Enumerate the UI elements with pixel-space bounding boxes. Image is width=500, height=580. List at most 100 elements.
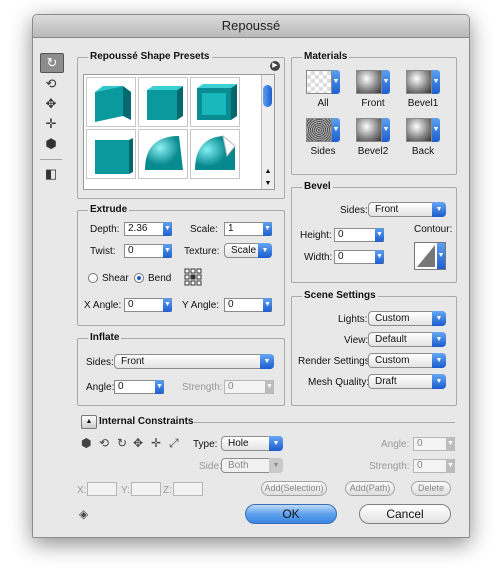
bend-tool-icon[interactable]: ↻ [40, 53, 64, 73]
material-back-label: Back [411, 146, 435, 157]
inflate-strength-label: Strength: [182, 382, 223, 393]
xangle-dropdown-icon[interactable]: ▼ [163, 298, 172, 312]
preset-flat[interactable] [86, 129, 136, 179]
z-coord-input[interactable] [173, 482, 203, 496]
material-all-swatch[interactable]: ▼ [306, 70, 340, 94]
xangle-label: X Angle: [84, 300, 122, 311]
yangle-label: Y Angle: [182, 300, 220, 311]
material-sides-label: Sides [310, 146, 336, 157]
mesh-quality-chevron-icon: ▼ [432, 374, 446, 389]
toolbar-divider [40, 159, 62, 160]
lights-select[interactable]: Custom ▼ [368, 311, 446, 326]
y-coord-input[interactable] [131, 482, 161, 496]
bend-label: Bend [148, 273, 172, 284]
inflate-strength-input[interactable]: 0 ▼ [224, 380, 274, 394]
render-settings-label: Render Settings: [298, 356, 373, 367]
constraint-slide-icon[interactable]: ✛ [151, 436, 161, 450]
preset-extrude[interactable] [86, 77, 136, 127]
x-coord-input[interactable] [87, 482, 117, 496]
bevel-height-input[interactable]: 0 ▼ [334, 228, 384, 242]
drag-tool-icon[interactable]: ✥ [40, 95, 62, 113]
extrude-group: Extrude Depth: 2.36 ▼ Scale: 1 ▼ Twist: 0 ▼… [77, 204, 285, 326]
presets-scroll-thumb[interactable] [263, 85, 272, 107]
texture-chevron-icon: ▼ [258, 243, 272, 258]
preset-bend[interactable] [190, 129, 240, 179]
constraint-rotate-icon[interactable]: ⟲ [99, 436, 109, 450]
constraint-type-label: Type: [193, 439, 218, 450]
depth-input[interactable]: 2.36 ▼ [124, 222, 172, 236]
texture-select[interactable]: Scale ▼ [224, 243, 272, 258]
constraint-object-rotate-icon[interactable]: ⬢ [81, 436, 91, 450]
twist-input[interactable]: 0 ▼ [124, 244, 172, 258]
scene-settings-title: Scene Settings [302, 290, 378, 301]
material-back-swatch[interactable]: ▼ [406, 118, 440, 142]
yangle-dropdown-icon[interactable]: ▼ [263, 298, 272, 312]
scale-label: Scale: [190, 224, 218, 235]
z-coord-label: Z: [163, 485, 172, 496]
render-settings-select[interactable]: Custom ▼ [368, 353, 446, 368]
bevel-height-dropdown-icon[interactable]: ▼ [375, 228, 384, 242]
constraint-angle-label: Angle: [381, 439, 410, 450]
presets-list: ▲ ▼ [83, 74, 275, 190]
bevel-width-input[interactable]: 0 ▼ [334, 250, 384, 264]
material-front-swatch[interactable]: ▼ [356, 70, 390, 94]
preview-glasses-icon[interactable]: ◈ [79, 507, 88, 521]
material-front-label: Front [361, 98, 385, 109]
scroll-up-icon[interactable]: ▲ [262, 168, 274, 175]
scale-dropdown-icon[interactable]: ▼ [263, 222, 272, 236]
constraint-type-select[interactable]: Hole ▼ [221, 436, 283, 451]
cancel-button[interactable]: Cancel [359, 504, 451, 524]
scroll-down-icon[interactable]: ▼ [262, 180, 274, 187]
camera-tool-icon[interactable]: ◧ [40, 165, 62, 183]
constraint-drag-icon[interactable]: ✥ [133, 436, 143, 450]
add-path-button[interactable]: Add(Path) [345, 481, 395, 496]
bevel-height-label: Height: [300, 230, 332, 241]
delete-button[interactable]: Delete [411, 481, 451, 496]
shear-radio[interactable] [88, 273, 98, 283]
inflate-angle-input[interactable]: 0 ▼ [114, 380, 164, 394]
scale-input[interactable]: 1 ▼ [224, 222, 272, 236]
constraint-strength-label: Strength: [369, 461, 410, 472]
view-label: View: [344, 335, 369, 346]
reference-point-icon[interactable] [184, 268, 202, 286]
inflate-strength-dropdown-icon[interactable]: ▼ [265, 380, 274, 394]
preset-bevel-frame[interactable] [138, 77, 188, 127]
bevel-width-label: Width: [304, 252, 333, 263]
add-selection-button[interactable]: Add(Selection) [261, 481, 327, 496]
depth-dropdown-icon[interactable]: ▼ [163, 222, 172, 236]
twist-dropdown-icon[interactable]: ▼ [163, 244, 172, 258]
contour-picker[interactable]: ▼ [414, 242, 446, 270]
rotate-tool-icon[interactable]: ⟲ [40, 75, 62, 93]
mesh-quality-select[interactable]: Draft ▼ [368, 374, 446, 389]
scale-tool-icon[interactable]: ⬢ [40, 135, 62, 153]
view-select[interactable]: Default ▼ [368, 332, 446, 347]
material-bevel1-swatch[interactable]: ▼ [406, 70, 440, 94]
preset-bevel-inset[interactable] [190, 77, 240, 127]
constraint-scale-icon[interactable]: ⤢ [169, 436, 179, 451]
material-bevel1-label: Bevel1 [407, 98, 439, 109]
presets-menu-icon[interactable]: ▶ [270, 61, 280, 71]
bevel-width-dropdown-icon[interactable]: ▼ [375, 250, 384, 264]
preset-inflate[interactable] [138, 129, 188, 179]
material-bevel2-swatch[interactable]: ▼ [356, 118, 390, 142]
material-sides-swatch[interactable]: ▼ [306, 118, 340, 142]
view-chevron-icon: ▼ [432, 332, 446, 347]
inflate-angle-dropdown-icon[interactable]: ▼ [155, 380, 164, 394]
contour-dropdown-icon[interactable]: ▼ [437, 243, 445, 269]
ok-button[interactable]: OK [245, 504, 337, 524]
constraint-angle-input[interactable]: 0 ▼ [413, 437, 455, 451]
constraint-strength-dropdown-icon[interactable]: ▼ [446, 459, 455, 473]
constraint-strength-input[interactable]: 0 ▼ [413, 459, 455, 473]
slide-tool-icon[interactable]: ✛ [40, 115, 62, 133]
yangle-input[interactable]: 0 ▼ [224, 298, 272, 312]
constraint-roll-icon[interactable]: ↻ [117, 436, 127, 450]
bevel-sides-select[interactable]: Front ▼ [368, 202, 446, 217]
bend-radio[interactable] [134, 273, 144, 283]
xangle-input[interactable]: 0 ▼ [124, 298, 172, 312]
constraint-angle-dropdown-icon[interactable]: ▼ [446, 437, 455, 451]
constraint-side-select[interactable]: Both ▼ [221, 458, 283, 473]
bevel-sides-label: Sides: [340, 205, 368, 216]
inflate-sides-select[interactable]: Front ▼ [114, 354, 274, 369]
presets-scrollbar[interactable]: ▲ ▼ [261, 75, 274, 189]
constraints-collapse-icon[interactable]: ▲ [81, 415, 97, 429]
